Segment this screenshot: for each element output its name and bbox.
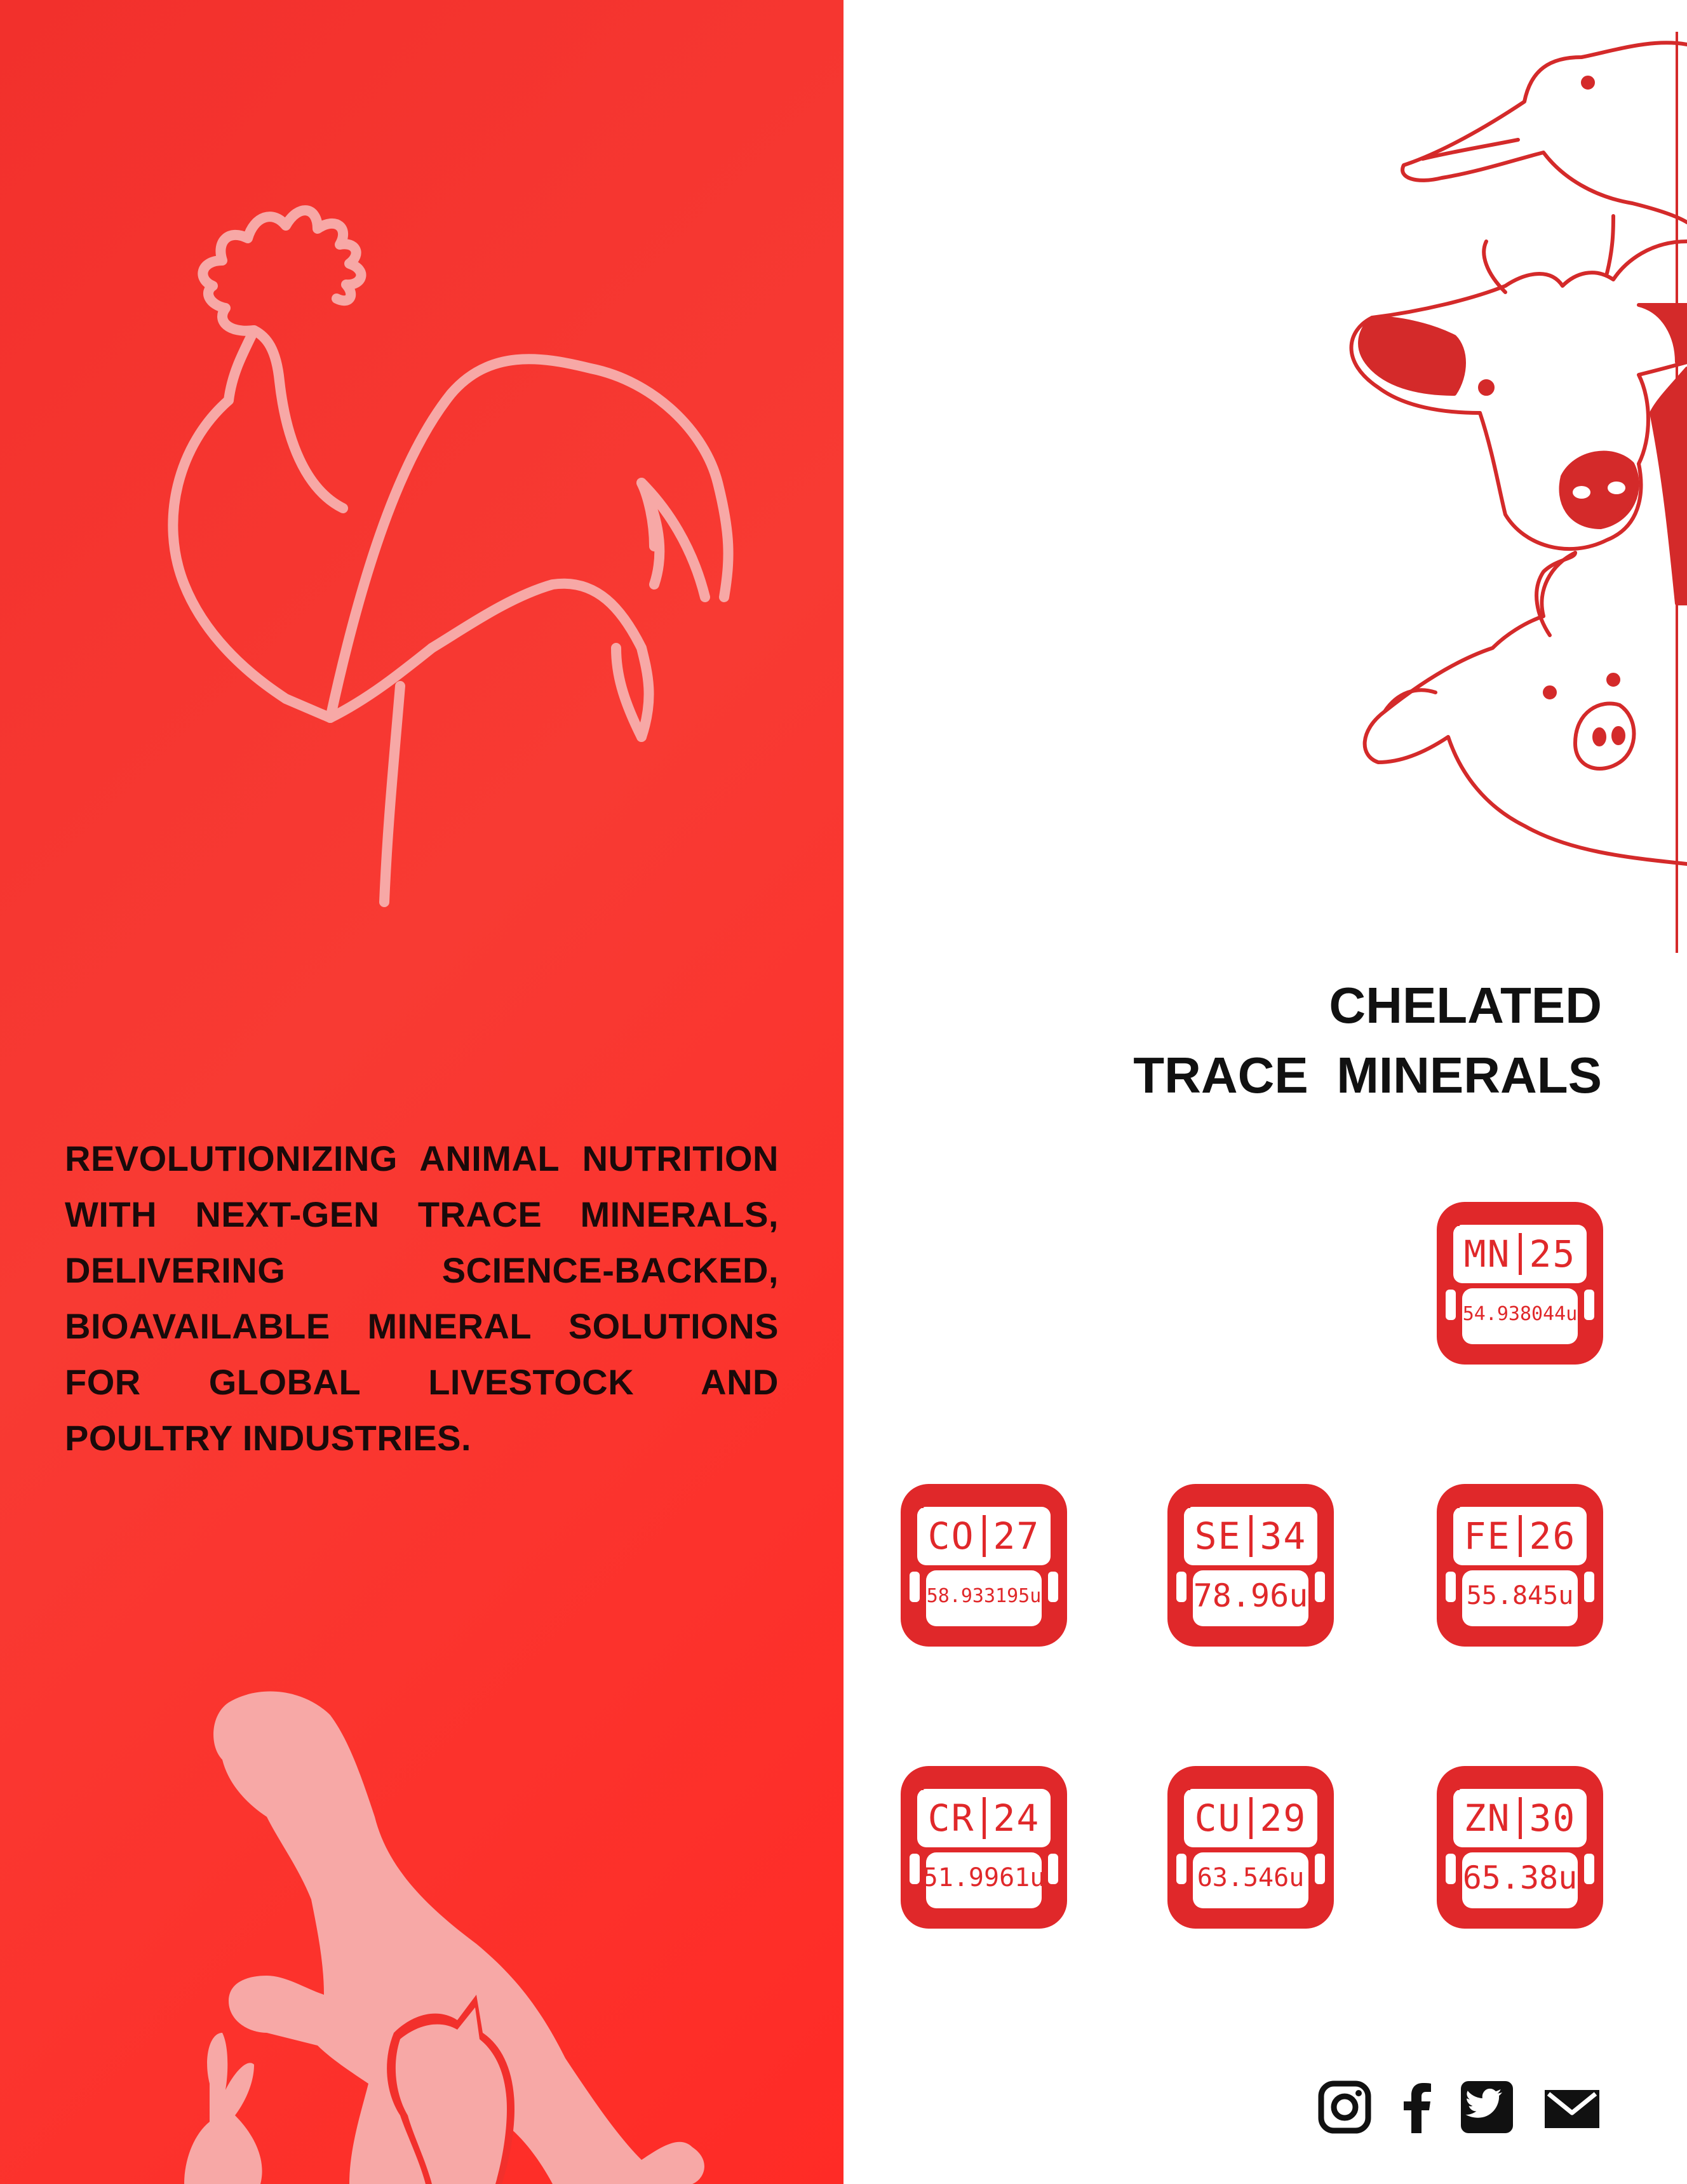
tile-frame xyxy=(1167,1484,1334,1647)
atomic-number: 24 xyxy=(993,1796,1040,1840)
twitter-icon[interactable] xyxy=(1458,2079,1516,2136)
rooster-illustration xyxy=(168,205,734,907)
tile-frame xyxy=(1437,1766,1603,1929)
tile-frame xyxy=(1437,1202,1603,1365)
atomic-number: 27 xyxy=(993,1514,1040,1558)
element-symbol-number: MN 25 xyxy=(1462,1229,1578,1279)
facebook-icon[interactable] xyxy=(1388,2079,1446,2136)
atomic-number: 34 xyxy=(1260,1514,1307,1558)
atomic-mass: 65.38u xyxy=(1462,1859,1578,1896)
element-symbol: CO xyxy=(927,1514,975,1558)
atomic-mass: 78.96u xyxy=(1193,1577,1308,1614)
atomic-number: 30 xyxy=(1529,1796,1576,1840)
atomic-mass: 55.845u xyxy=(1466,1581,1574,1610)
tile-frame xyxy=(1167,1766,1334,1929)
element-symbol: SE xyxy=(1194,1514,1242,1558)
divider xyxy=(982,1515,986,1557)
atomic-number: 29 xyxy=(1260,1796,1307,1840)
atomic-number: 26 xyxy=(1529,1514,1576,1558)
element-symbol-number: ZN 30 xyxy=(1462,1793,1578,1844)
title-line-2: TRACE MINERALS xyxy=(1133,1047,1602,1103)
divider xyxy=(1518,1515,1522,1557)
element-symbol-number: SE 34 xyxy=(1193,1511,1308,1561)
atomic-mass: 58.933195u xyxy=(926,1584,1042,1607)
atomic-mass: 54.938044u xyxy=(1462,1302,1578,1325)
element-symbol: CU xyxy=(1194,1796,1242,1840)
divider xyxy=(982,1797,986,1839)
atomic-number: 25 xyxy=(1529,1232,1576,1276)
element-symbol: MN xyxy=(1463,1232,1511,1276)
element-symbol-number: CR 24 xyxy=(926,1793,1042,1844)
element-symbol-number: CU 29 xyxy=(1193,1793,1308,1844)
mineral-tile-cr: CR 24 51.9961u xyxy=(901,1766,1067,1929)
element-symbol-number: CO 27 xyxy=(926,1511,1042,1561)
tagline: REVOLUTIONIZING ANIMAL NUTRITION WITH NE… xyxy=(65,1138,779,1458)
instagram-icon[interactable] xyxy=(1316,2079,1373,2136)
left-panel: REVOLUTIONIZING ANIMAL NUTRITION WITH NE… xyxy=(0,0,844,2184)
mineral-tile-zn: ZN 30 65.38u xyxy=(1437,1766,1603,1929)
mineral-tile-fe: FE 26 55.845u xyxy=(1437,1484,1603,1647)
divider xyxy=(1249,1515,1253,1557)
mineral-tile-mn: MN 25 54.938044u xyxy=(1437,1202,1603,1365)
tile-frame xyxy=(1437,1484,1603,1647)
page-title: CHELATED TRACE MINERALS xyxy=(1133,971,1602,1110)
tile-frame xyxy=(901,1766,1067,1929)
pets-silhouette xyxy=(184,1691,704,2184)
divider xyxy=(1518,1797,1522,1839)
title-line-1: CHELATED xyxy=(1329,977,1602,1034)
tile-frame xyxy=(901,1484,1067,1647)
mineral-tile-se: SE 34 78.96u xyxy=(1167,1484,1334,1647)
email-icon[interactable] xyxy=(1543,2079,1601,2136)
element-symbol: ZN xyxy=(1463,1796,1511,1840)
farm-animals-illustration xyxy=(1349,32,1687,953)
mineral-tile-co: CO 27 58.933195u xyxy=(901,1484,1067,1647)
element-symbol: FE xyxy=(1463,1514,1511,1558)
divider xyxy=(1249,1797,1253,1839)
element-symbol: CR xyxy=(927,1796,975,1840)
divider xyxy=(1518,1233,1522,1275)
mineral-tile-cu: CU 29 63.546u xyxy=(1167,1766,1334,1929)
atomic-mass: 51.9961u xyxy=(922,1863,1045,1892)
atomic-mass: 63.546u xyxy=(1197,1863,1305,1892)
element-symbol-number: FE 26 xyxy=(1462,1511,1578,1561)
